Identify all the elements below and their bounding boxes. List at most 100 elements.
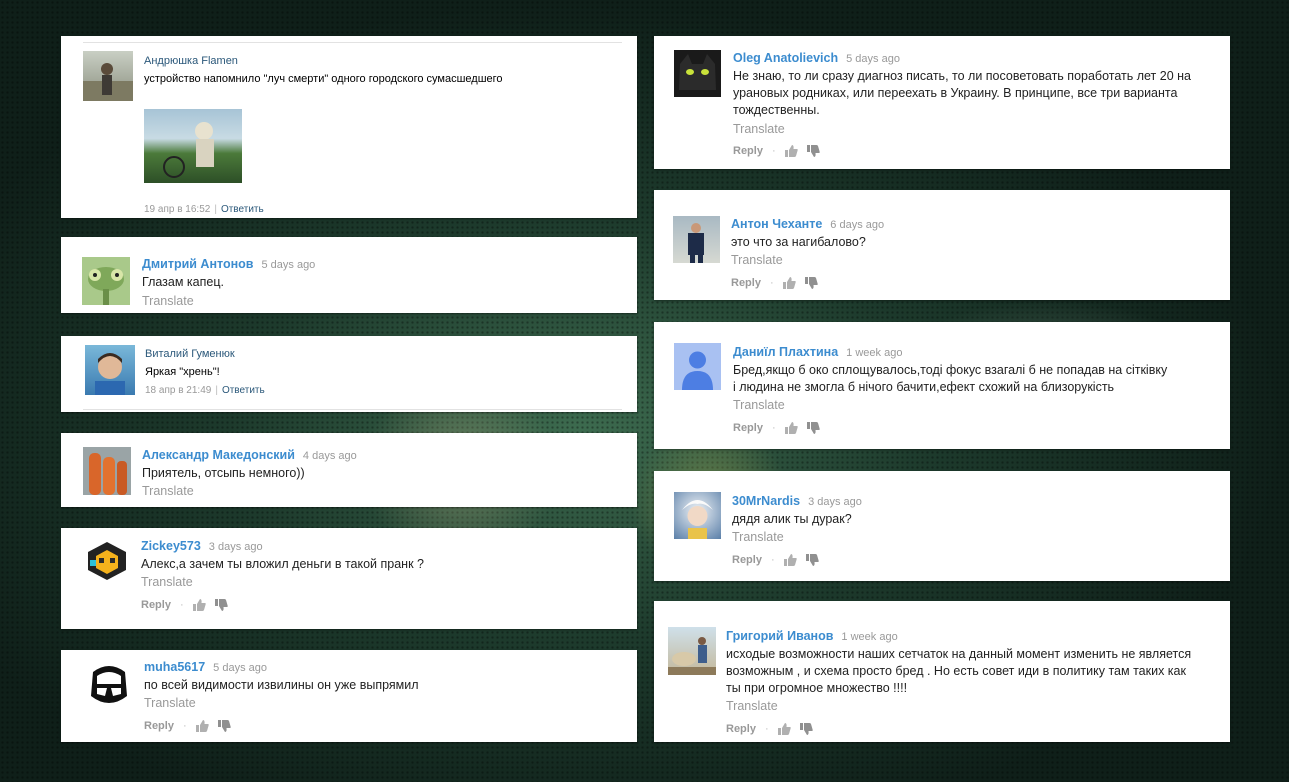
author-name-text[interactable]: Александр Македонский	[142, 448, 295, 462]
comment-line: урановых родниках, или переехать в Украи…	[733, 86, 1178, 100]
reply-link[interactable]: Ответить	[222, 385, 265, 396]
comment-actions: Reply ·	[726, 723, 813, 735]
thumb-up-icon[interactable]	[784, 145, 798, 157]
comment-line: исходые возможности наших сетчаток на да…	[726, 647, 1192, 661]
thumb-up-icon[interactable]	[777, 723, 791, 735]
reply-button[interactable]: Reply	[733, 145, 763, 157]
vk-comment-card: Виталий Гуменюк Яркая "хрень"! 18 апр в …	[61, 336, 637, 412]
avatar[interactable]	[83, 447, 131, 495]
avatar[interactable]	[674, 343, 721, 390]
translate-link[interactable]: Translate	[731, 253, 783, 267]
thumb-up-icon[interactable]	[784, 422, 798, 434]
avatar-image	[88, 542, 126, 580]
separator: ·	[769, 277, 774, 289]
translate-link[interactable]: Translate	[733, 122, 785, 136]
comment-date: 5 days ago	[846, 53, 900, 65]
comment-actions: Reply ·	[141, 599, 228, 611]
thumb-down-icon[interactable]	[799, 723, 813, 735]
avatar[interactable]	[83, 51, 133, 101]
thumb-up-icon[interactable]	[192, 599, 206, 611]
thumb-up-icon[interactable]	[195, 720, 209, 732]
comment-line: это что за нагибалово?	[731, 235, 866, 249]
comment-text: это что за нагибалово?	[731, 234, 866, 251]
attached-photo[interactable]	[144, 109, 242, 183]
thumb-down-icon[interactable]	[806, 422, 820, 434]
thumb-down-icon[interactable]	[214, 599, 228, 611]
comment-line: ты при огромное множество !!!!	[726, 681, 908, 695]
separator: ·	[770, 554, 775, 566]
reply-button[interactable]: Reply	[141, 599, 171, 611]
comment-meta: 18 апр в 21:49 | Ответить	[145, 385, 265, 396]
translate-link[interactable]: Translate	[142, 484, 194, 498]
author-name-text[interactable]: Антон Чеханте	[731, 217, 822, 231]
avatar[interactable]	[674, 50, 721, 97]
reply-button[interactable]: Reply	[732, 554, 762, 566]
avatar[interactable]	[668, 627, 716, 675]
author-name[interactable]: Андрюшка Flamen	[144, 55, 238, 67]
yt-comment-card: Zickey573 3 days ago Алекс,а зачем ты вло…	[61, 528, 637, 629]
author-name[interactable]: Oleg Anatolievich 5 days ago	[733, 51, 900, 65]
author-name[interactable]: Григорий Иванов 1 week ago	[726, 629, 898, 643]
thumb-down-icon[interactable]	[217, 720, 231, 732]
thumb-down-icon[interactable]	[806, 145, 820, 157]
avatar[interactable]	[82, 257, 130, 305]
thumb-down-icon[interactable]	[805, 554, 819, 566]
author-name[interactable]: Виталий Гуменюк	[145, 348, 235, 360]
translate-link[interactable]: Translate	[726, 699, 778, 713]
comment-line: дядя алик ты дурак?	[732, 512, 852, 526]
author-name[interactable]: Дмитрий Антонов 5 days ago	[142, 257, 315, 271]
comment-date: 6 days ago	[830, 219, 885, 231]
author-name[interactable]: Александр Македонский 4 days ago	[142, 448, 357, 462]
comment-line: і людина не змогла б нічого бачити,ефект…	[733, 380, 1115, 394]
avatar[interactable]	[85, 662, 133, 710]
yt-comment-card: 30MrNardis 3 days ago дядя алик ты дурак?…	[654, 471, 1230, 581]
translate-link[interactable]: Translate	[142, 294, 194, 308]
translate-link[interactable]: Translate	[732, 530, 784, 544]
avatar[interactable]	[86, 540, 128, 582]
author-name[interactable]: Антон Чеханте 6 days ago	[731, 217, 884, 231]
comment-text: Алекс,а зачем ты вложил деньги в такой п…	[141, 557, 424, 571]
comment-text: устройство напомнило "луч смерти" одного…	[144, 73, 503, 85]
author-name-text[interactable]: Даниїл Плахтина	[733, 345, 838, 359]
author-name[interactable]: 30MrNardis 3 days ago	[732, 494, 862, 508]
author-name-text[interactable]: muha5617	[144, 660, 205, 674]
translate-link[interactable]: Translate	[733, 398, 785, 412]
thumb-down-icon[interactable]	[804, 277, 818, 289]
yt-comment-card: Александр Македонский 4 days ago Приятель…	[61, 433, 637, 507]
comment-date: 3 days ago	[208, 541, 263, 553]
avatar-image	[89, 453, 127, 495]
translate-link[interactable]: Translate	[144, 696, 196, 710]
reply-button[interactable]: Reply	[733, 422, 763, 434]
comment-date: 1 week ago	[846, 347, 903, 359]
comment-text: Яркая "хрень"!	[145, 366, 220, 378]
avatar-image	[688, 223, 704, 263]
comment-date: 5 days ago	[261, 259, 316, 271]
author-name-text[interactable]: Григорий Иванов	[726, 629, 833, 643]
comment-text: исходые возможности наших сетчаток на да…	[726, 646, 1221, 697]
avatar-image	[679, 54, 716, 90]
author-name-text[interactable]: Oleg Anatolievich	[733, 51, 838, 65]
yt-comment-card: Антон Чеханте 6 days ago это что за нагиб…	[654, 190, 1230, 300]
author-name-text[interactable]: 30MrNardis	[732, 494, 800, 508]
author-name[interactable]: Даниїл Плахтина 1 week ago	[733, 345, 902, 359]
reply-link[interactable]: Ответить	[221, 204, 264, 215]
yt-comment-card: Oleg Anatolievich 5 days ago Не знаю, то …	[654, 36, 1230, 169]
translate-link[interactable]: Translate	[141, 575, 193, 589]
author-name-text[interactable]: Zickey573	[141, 539, 201, 553]
avatar[interactable]	[674, 492, 721, 539]
author-name-text[interactable]: Дмитрий Антонов	[142, 257, 253, 271]
thumb-up-icon[interactable]	[783, 554, 797, 566]
thumb-up-icon[interactable]	[782, 277, 796, 289]
comment-actions: Reply ·	[144, 720, 231, 732]
author-name[interactable]: Zickey573 3 days ago	[141, 539, 263, 553]
comment-meta: 19 апр в 16:52 | Ответить	[144, 204, 264, 215]
divider	[83, 42, 622, 43]
reply-button[interactable]: Reply	[731, 277, 761, 289]
avatar[interactable]	[85, 345, 135, 395]
reply-button[interactable]: Reply	[726, 723, 756, 735]
avatar[interactable]	[673, 216, 720, 263]
comment-date: 1 week ago	[841, 631, 898, 643]
reply-button[interactable]: Reply	[144, 720, 174, 732]
author-name[interactable]: muha5617 5 days ago	[144, 660, 267, 674]
avatar-image	[95, 353, 125, 395]
